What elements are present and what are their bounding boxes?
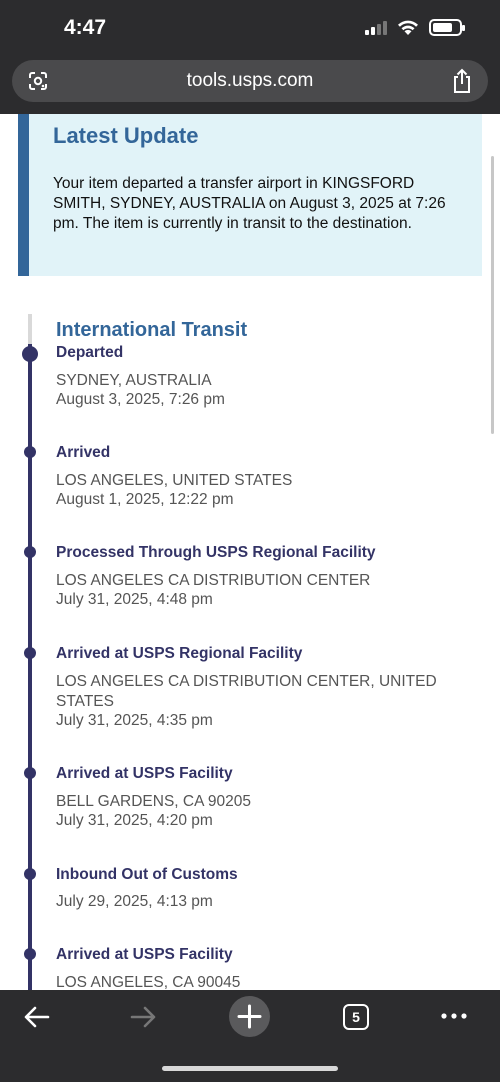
event-date: July 29, 2025, 4:13 pm (56, 893, 213, 910)
event-status: Arrived at USPS Facility (56, 946, 233, 963)
event-location: LOS ANGELES CA DISTRIBUTION CENTER, UNIT… (56, 673, 437, 710)
timeline-dot (22, 346, 38, 362)
event-date: July 31, 2025, 4:35 pm (56, 712, 213, 729)
event-status: Arrived at USPS Facility (56, 765, 233, 782)
new-tab-button[interactable] (229, 996, 270, 1037)
event-date: July 31, 2025, 4:20 pm (56, 812, 213, 829)
event-location: LOS ANGELES, CA 90045 (56, 974, 241, 990)
share-icon[interactable] (450, 68, 474, 94)
latest-update-card: Latest Update Your item departed a trans… (18, 114, 482, 276)
event-status: Processed Through USPS Regional Facility (56, 544, 376, 561)
signal-icon (365, 20, 387, 35)
timeline-dot (24, 546, 36, 558)
home-indicator (162, 1066, 338, 1071)
timeline-line (28, 344, 32, 990)
browser-top-chrome: 4:47 tools.usps.com (0, 0, 500, 114)
event-location: LOS ANGELES CA DISTRIBUTION CENTER (56, 572, 371, 589)
latest-update-title: Latest Update (53, 123, 199, 148)
status-icons (365, 19, 465, 36)
event-status: Arrived (56, 444, 111, 461)
address-bar[interactable]: tools.usps.com (12, 60, 488, 102)
url-text[interactable]: tools.usps.com (12, 70, 488, 92)
scrollbar[interactable] (491, 156, 494, 434)
timeline-dot (24, 948, 36, 960)
timeline-dot (24, 647, 36, 659)
more-icon[interactable] (440, 1012, 468, 1020)
forward-arrow-icon[interactable] (128, 1002, 158, 1032)
status-time: 4:47 (64, 16, 107, 39)
event-status: Inbound Out of Customs (56, 866, 238, 883)
event-location: BELL GARDENS, CA 90205 (56, 793, 251, 810)
page-content[interactable]: Latest Update Your item departed a trans… (0, 114, 500, 990)
timeline-dot (24, 446, 36, 458)
event-location: LOS ANGELES, UNITED STATES (56, 472, 293, 489)
event-date: August 1, 2025, 12:22 pm (56, 491, 234, 508)
latest-update-text: Your item departed a transfer airport in… (53, 175, 446, 232)
timeline-dot (24, 868, 36, 880)
event-date: July 31, 2025, 4:48 pm (56, 591, 213, 608)
wifi-icon (398, 20, 418, 35)
plus-icon (237, 1004, 262, 1029)
timeline-dot (24, 767, 36, 779)
timeline-cap (28, 314, 32, 344)
event-date: August 3, 2025, 7:26 pm (56, 391, 225, 408)
event-location: SYDNEY, AUSTRALIA (56, 372, 212, 389)
battery-icon (429, 19, 465, 36)
section-title: International Transit (56, 319, 248, 341)
event-status: Departed (56, 344, 124, 361)
browser-toolbar: 5 (0, 990, 500, 1082)
event-status: Arrived at USPS Regional Facility (56, 645, 303, 662)
tabs-button[interactable]: 5 (343, 1004, 369, 1030)
back-arrow-icon[interactable] (22, 1002, 52, 1032)
